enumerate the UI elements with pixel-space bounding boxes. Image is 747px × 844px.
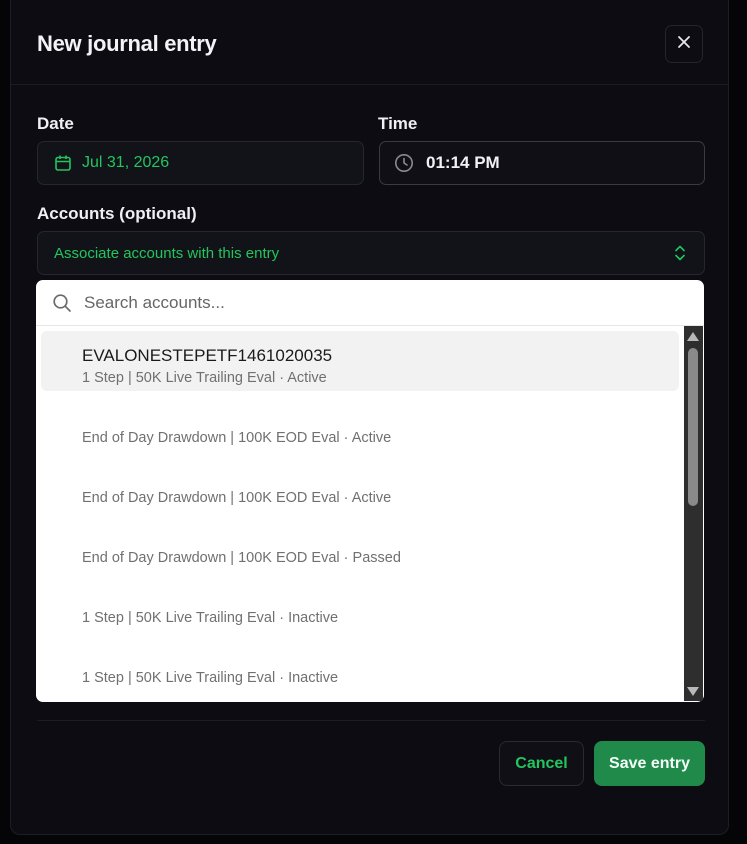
- scrollbar-thumb[interactable]: [688, 348, 698, 506]
- accounts-placeholder: Associate accounts with this entry: [54, 244, 280, 262]
- calendar-icon: [54, 154, 72, 172]
- chevron-up-down-icon: [674, 244, 686, 262]
- account-detail: 1 Step | 50K Live Trailing Eval · Inacti…: [82, 670, 339, 686]
- list-item[interactable]: End of Day Drawdown | 100K EOD Eval · Ac…: [41, 451, 679, 511]
- list-item[interactable]: 1 Step | 50K Live Trailing Eval · Inacti…: [41, 571, 679, 631]
- scroll-down-arrow-icon[interactable]: [687, 687, 699, 696]
- dialog-title: New journal entry: [37, 31, 217, 56]
- header-divider: [11, 84, 728, 85]
- list-item[interactable]: End of Day Drawdown | 100K EOD Eval · Ac…: [41, 391, 679, 451]
- time-picker[interactable]: 01:14 PM: [379, 141, 705, 185]
- account-detail: 1 Step | 50K Live Trailing Eval · Inacti…: [82, 610, 339, 626]
- account-detail: End of Day Drawdown | 100K EOD Eval · Ac…: [82, 490, 392, 506]
- date-picker[interactable]: Jul 31, 2026: [37, 141, 364, 185]
- cancel-button[interactable]: Cancel: [499, 741, 584, 786]
- accounts-list: EVALONESTEPETF1461020035 1 Step | 50K Li…: [36, 326, 684, 702]
- accounts-select[interactable]: Associate accounts with this entry: [37, 231, 705, 275]
- search-icon: [52, 293, 72, 313]
- list-item[interactable]: 1 Step | 50K Live Trailing Eval · Inacti…: [41, 631, 679, 691]
- save-entry-button[interactable]: Save entry: [594, 741, 705, 786]
- account-detail: End of Day Drawdown | 100K EOD Eval · Pa…: [82, 550, 401, 566]
- footer-divider: [37, 720, 705, 721]
- clock-icon: [394, 153, 414, 173]
- accounts-label: Accounts (optional): [37, 204, 197, 223]
- close-button[interactable]: [665, 25, 703, 63]
- date-label: Date: [37, 114, 74, 133]
- account-detail: End of Day Drawdown | 100K EOD Eval · Ac…: [82, 430, 392, 446]
- scroll-up-arrow-icon[interactable]: [687, 332, 699, 341]
- accounts-scrollbar[interactable]: [684, 326, 703, 701]
- time-value: 01:14 PM: [426, 153, 500, 172]
- accounts-dropdown: EVALONESTEPETF1461020035 1 Step | 50K Li…: [36, 280, 704, 702]
- list-item[interactable]: EVALONESTEPETF1461020035 1 Step | 50K Li…: [41, 331, 679, 391]
- search-accounts-input[interactable]: [82, 291, 646, 314]
- account-detail: 1 Step | 50K Live Trailing Eval · Active: [82, 370, 327, 386]
- list-item[interactable]: End of Day Drawdown | 100K EOD Eval · Pa…: [41, 511, 679, 571]
- date-value: Jul 31, 2026: [82, 154, 170, 171]
- time-label: Time: [378, 114, 418, 133]
- close-icon: [677, 35, 691, 54]
- account-name: EVALONESTEPETF1461020035: [82, 346, 333, 365]
- search-row: [36, 280, 704, 326]
